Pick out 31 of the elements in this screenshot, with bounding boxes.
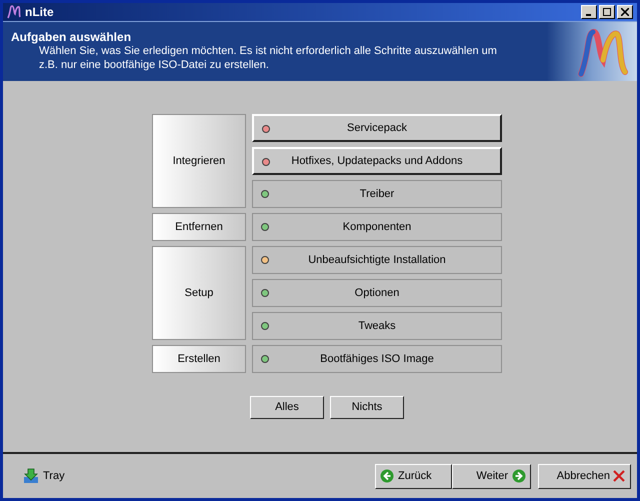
group-label: Integrieren bbox=[152, 114, 246, 208]
maximize-icon bbox=[603, 8, 611, 16]
task-button[interactable]: Komponenten bbox=[252, 213, 502, 241]
right-arrow-icon bbox=[512, 469, 526, 483]
group-label: Erstellen bbox=[152, 345, 246, 373]
task-button[interactable]: Hotfixes, Updatepacks und Addons bbox=[252, 147, 502, 175]
tray-button[interactable]: Tray bbox=[23, 468, 65, 484]
close-icon bbox=[612, 469, 626, 483]
header-title: Aufgaben auswählen bbox=[11, 30, 132, 44]
window-title: nLite bbox=[25, 4, 54, 21]
task-button[interactable]: Tweaks bbox=[252, 312, 502, 340]
next-button[interactable]: Weiter bbox=[452, 464, 531, 488]
left-arrow-icon bbox=[380, 469, 394, 483]
task-button[interactable]: Unbeaufsichtigte Installation bbox=[252, 246, 502, 274]
select-button[interactable]: Nichts bbox=[330, 396, 404, 419]
group-label: Entfernen bbox=[152, 213, 246, 241]
task-button[interactable]: Treiber bbox=[252, 180, 502, 208]
select-button[interactable]: Alles bbox=[250, 396, 324, 419]
download-tray-icon bbox=[23, 468, 39, 484]
minimize-button[interactable] bbox=[581, 5, 597, 19]
header-description: Wählen Sie, was Sie erledigen möchten. Es ist nicht erforderlich alle Schritte auszuwählen um z.B. nur eine bootfähige ISO-Datei zu erstellen. bbox=[38, 44, 498, 72]
task-button[interactable]: Servicepack bbox=[252, 114, 502, 142]
task-button[interactable]: Bootfähiges ISO Image bbox=[252, 345, 502, 373]
task-button[interactable]: Optionen bbox=[252, 279, 502, 307]
group-label: Setup bbox=[152, 246, 246, 340]
back-button[interactable]: Zurück bbox=[375, 464, 452, 488]
close-button[interactable] bbox=[617, 5, 633, 19]
cancel-button[interactable]: Abbrechen bbox=[538, 464, 631, 488]
app-icon bbox=[7, 5, 21, 19]
close-icon bbox=[621, 8, 629, 16]
maximize-button[interactable] bbox=[599, 5, 615, 19]
